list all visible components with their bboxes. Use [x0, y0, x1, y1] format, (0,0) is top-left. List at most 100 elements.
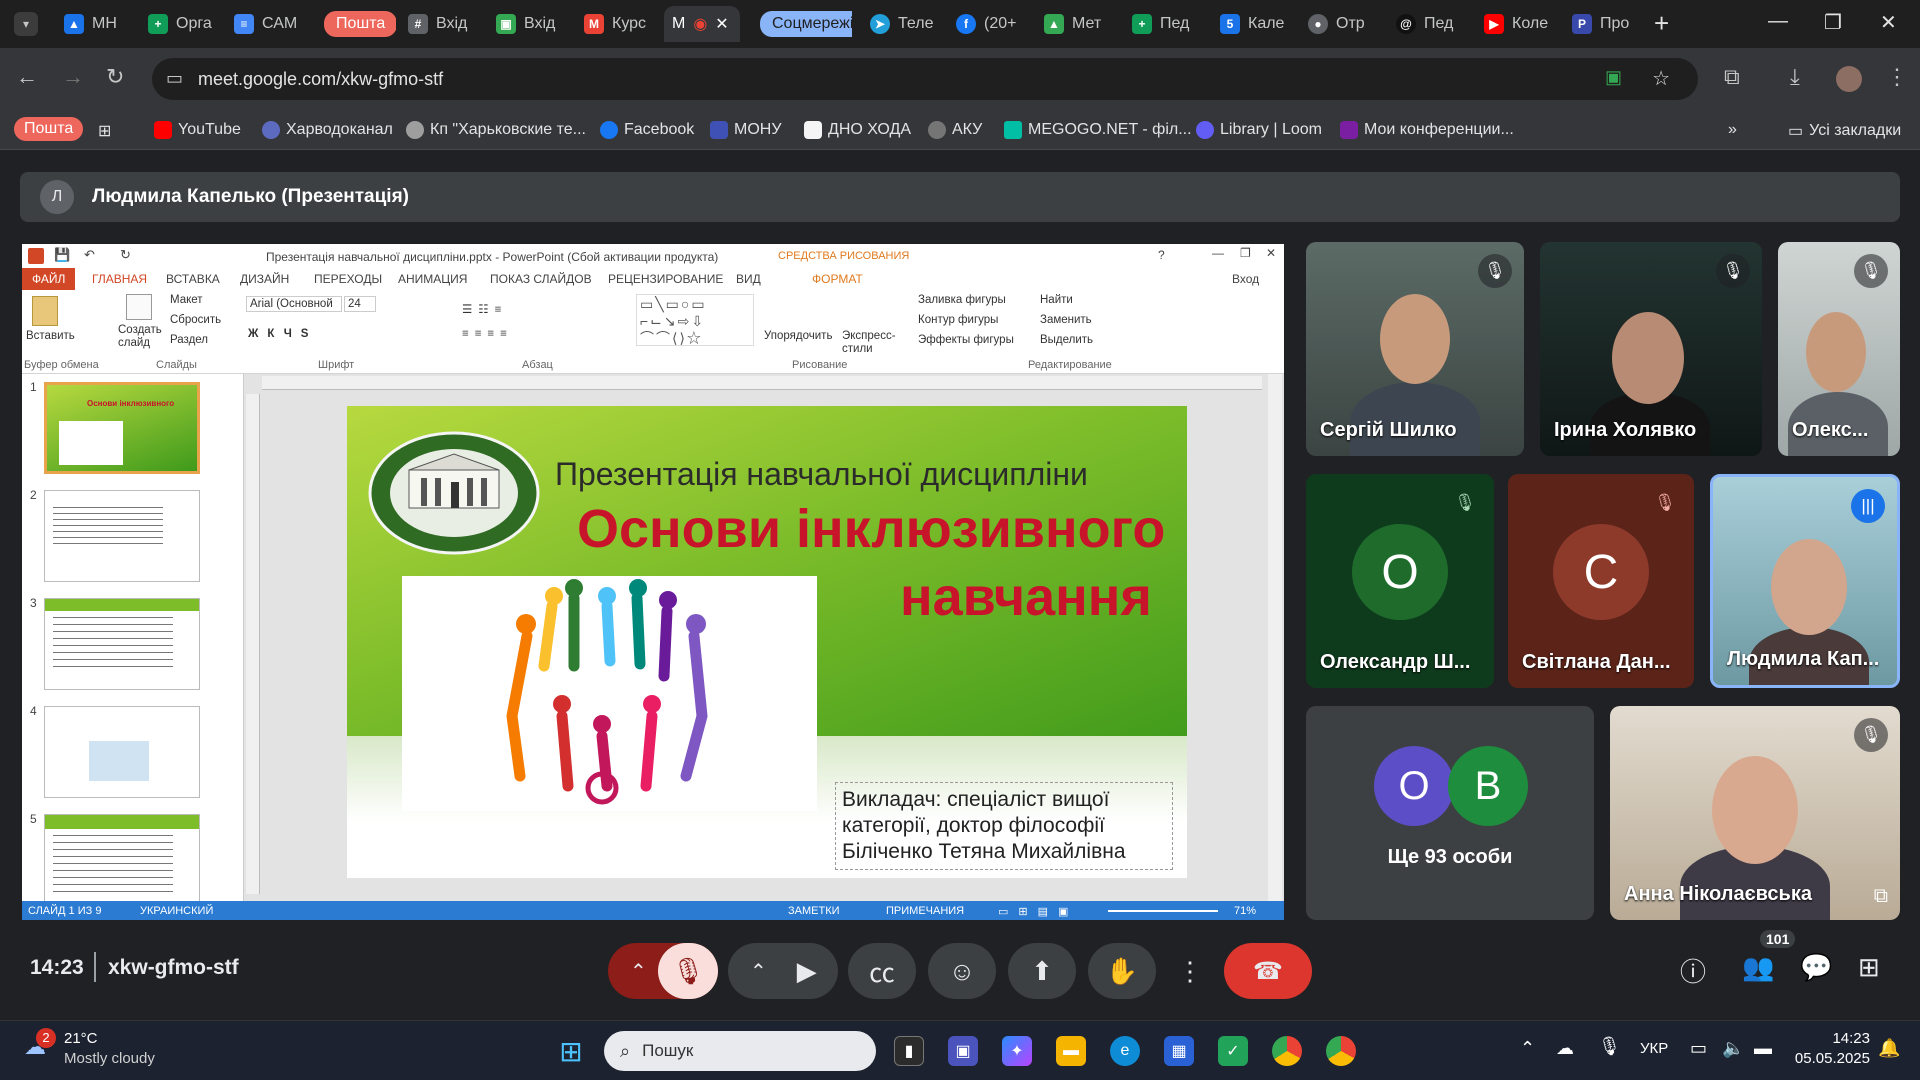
browser-tab[interactable]: ➤ Теле: [862, 6, 942, 42]
task-view-icon[interactable]: ▮: [894, 1036, 924, 1066]
ppt-tab-design[interactable]: ДИЗАЙН: [240, 272, 289, 286]
ppt-tab-file[interactable]: ФАЙЛ: [22, 268, 76, 290]
font-family-select[interactable]: Arial (Основной: [246, 296, 342, 312]
paragraph-align-icons[interactable]: ≡≡≡≡: [462, 328, 513, 340]
browser-tab[interactable]: @ Пед: [1388, 6, 1470, 42]
ppt-login[interactable]: Вход: [1232, 272, 1259, 286]
more-bookmarks-icon[interactable]: »: [1728, 121, 1737, 139]
zoom-level[interactable]: 71%: [1234, 905, 1256, 917]
new-tab-icon[interactable]: +: [1654, 8, 1669, 39]
bookmark-dno[interactable]: ДНО ХОДА: [804, 121, 911, 139]
slide-thumbnail-4[interactable]: [44, 706, 200, 798]
onedrive-icon[interactable]: ☁: [1556, 1038, 1574, 1059]
browser-tab[interactable]: + Пед: [1124, 6, 1206, 42]
ppt-tab-review[interactable]: РЕЦЕНЗИРОВАНИЕ: [608, 272, 723, 286]
slide-thumbnails-pane[interactable]: 1 Основи інклюзивного 2 3 4 5: [22, 374, 244, 906]
input-language[interactable]: УКР: [1640, 1040, 1668, 1057]
captions-button[interactable]: ㏄: [848, 943, 916, 999]
edge-icon[interactable]: e: [1110, 1036, 1140, 1066]
browser-tab-group-social[interactable]: Соцмережі: [752, 6, 852, 42]
ppt-tab-slideshow[interactable]: ПОКАЗ СЛАЙДОВ: [490, 272, 592, 286]
ppt-tab-transitions[interactable]: ПЕРЕХОДЫ: [314, 272, 382, 286]
browser-tab[interactable]: + Орга: [140, 6, 220, 42]
participant-tile[interactable]: О 🎙 Олександр Ш...: [1306, 474, 1494, 688]
people-icon[interactable]: 👥: [1742, 952, 1774, 983]
tab-search-icon[interactable]: ▾: [14, 12, 38, 36]
minimize-icon[interactable]: —: [1768, 10, 1788, 33]
meeting-info-icon[interactable]: ⓘ: [1680, 952, 1706, 989]
ppt-tab-home[interactable]: ГЛАВНАЯ: [92, 272, 147, 286]
vertical-scrollbar[interactable]: [1268, 374, 1282, 901]
ppt-help-icon[interactable]: ?: [1158, 248, 1165, 262]
browser-tab[interactable]: 5 Кале: [1212, 6, 1294, 42]
browser-tab[interactable]: ▶ Коле: [1476, 6, 1558, 42]
participant-tile[interactable]: 🎙 Ірина Холявко: [1540, 242, 1762, 456]
section-button[interactable]: Раздел: [170, 334, 208, 346]
profile-avatar[interactable]: [1836, 66, 1862, 92]
paste-icon[interactable]: [32, 296, 58, 326]
teams-icon[interactable]: ▣: [948, 1036, 978, 1066]
browser-tab[interactable]: ● Отр: [1300, 6, 1382, 42]
ppt-tab-format[interactable]: ФОРМАТ: [812, 272, 863, 286]
bookmark-youtube[interactable]: YouTube: [154, 121, 241, 139]
pip-icon[interactable]: ⧉: [1874, 885, 1888, 908]
shared-screen-powerpoint[interactable]: 💾 ↶ ↻ Презентація навчальної дисципліни.…: [22, 244, 1284, 921]
notifications-icon[interactable]: 🔔: [1878, 1038, 1900, 1059]
present-button[interactable]: ⬆: [1008, 943, 1076, 999]
menu-kebab-icon[interactable]: ⋮: [1886, 64, 1908, 90]
bookmark-aku[interactable]: АКУ: [928, 121, 982, 139]
paste-button[interactable]: Вставить: [26, 330, 75, 342]
bookmark-monu[interactable]: МОНУ: [710, 121, 782, 139]
more-participants-tile[interactable]: О В Ще 93 особи: [1306, 706, 1594, 920]
bookmark-harvodokanal[interactable]: Харводоканал: [262, 121, 393, 139]
slide-teacher-textbox[interactable]: Викладач: спеціаліст вищої категорії, до…: [835, 782, 1173, 870]
participant-tile[interactable]: 🎙 ⧉ Анна Ніколаєвська: [1610, 706, 1900, 920]
language-indicator[interactable]: УКРАИНСКИЙ: [140, 905, 213, 917]
reactions-button[interactable]: ☺: [928, 943, 996, 999]
browser-tab[interactable]: ▲ МН: [56, 6, 134, 42]
quick-styles-button[interactable]: Экспресс-стили: [842, 330, 902, 356]
replace-button[interactable]: Заменить: [1040, 314, 1092, 326]
ppt-tab-insert[interactable]: ВСТАВКА: [166, 272, 220, 286]
find-button[interactable]: Найти: [1040, 294, 1073, 306]
ppt-tab-view[interactable]: ВИД: [736, 272, 761, 286]
browser-tab-active[interactable]: М ◉ ✕: [664, 6, 740, 42]
site-info-icon[interactable]: ▭: [166, 68, 183, 89]
restore-icon[interactable]: ❐: [1824, 10, 1842, 35]
microphone-tray-icon[interactable]: 🎙: [1598, 1036, 1621, 1057]
more-options-button[interactable]: ⋮: [1168, 943, 1212, 999]
store-icon[interactable]: ▦: [1164, 1036, 1194, 1066]
close-window-icon[interactable]: ✕: [1880, 10, 1897, 35]
bookmark-kp[interactable]: Кп "Харьковские те...: [406, 121, 586, 139]
shape-fill-button[interactable]: Заливка фигуры: [918, 294, 1006, 306]
bookmark-facebook[interactable]: Facebook: [600, 121, 694, 139]
apps-grid-icon[interactable]: ⊞: [98, 121, 111, 141]
slide-thumbnail-3[interactable]: [44, 598, 200, 690]
view-mode-icons[interactable]: ▭⊞▤▣: [998, 905, 1078, 918]
new-slide-button[interactable]: Создать слайд: [118, 324, 162, 350]
windows-start-icon[interactable]: ⊞: [556, 1036, 586, 1067]
ppt-close-icon[interactable]: ✕: [1266, 246, 1276, 260]
arrange-button[interactable]: Упорядочить: [764, 330, 832, 342]
select-button[interactable]: Выделить: [1040, 334, 1093, 346]
paragraph-list-icons[interactable]: ☰☷≡: [462, 302, 507, 316]
clock-date[interactable]: 05.05.2025: [1780, 1050, 1870, 1067]
bookmark-megogo[interactable]: MEGOGO.NET - філ...: [1004, 121, 1192, 139]
file-explorer-icon[interactable]: ▬: [1056, 1036, 1086, 1066]
cast-icon[interactable]: ▣: [1605, 67, 1622, 88]
bookmark-loom[interactable]: Library | Loom: [1196, 121, 1322, 139]
participant-tile[interactable]: 🎙 Олекс...: [1778, 242, 1900, 456]
download-icon[interactable]: ⤓: [1790, 64, 1800, 90]
mic-toggle-button[interactable]: 🎙: [658, 943, 718, 999]
chrome-profile-icon[interactable]: [1326, 1036, 1356, 1066]
font-format-buttons[interactable]: ЖКЧS: [248, 328, 317, 340]
browser-tab[interactable]: # Вхід: [400, 6, 482, 42]
new-slide-icon[interactable]: [126, 294, 152, 320]
ppt-minimize-icon[interactable]: —: [1212, 246, 1224, 260]
all-bookmarks[interactable]: ▭ Усі закладки: [1788, 121, 1901, 141]
address-bar[interactable]: ▭ meet.google.com/xkw-gfmo-stf ▣ ☆: [152, 58, 1698, 100]
participant-tile[interactable]: 🎙 Сергій Шилко: [1306, 242, 1524, 456]
bookmark-star-icon[interactable]: ☆: [1652, 66, 1670, 91]
bookmark-zoom[interactable]: Мои конференции...: [1340, 121, 1514, 139]
taskbar-search[interactable]: ⌕ Пошук: [604, 1031, 876, 1071]
